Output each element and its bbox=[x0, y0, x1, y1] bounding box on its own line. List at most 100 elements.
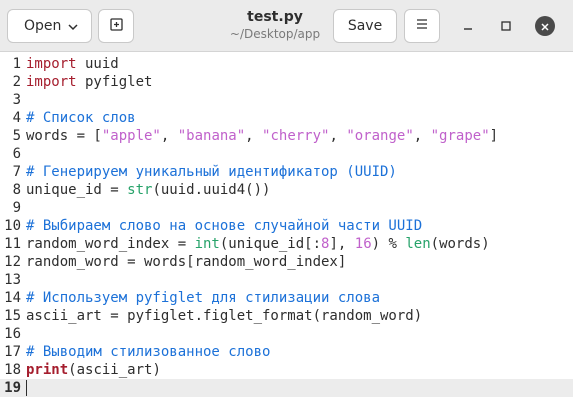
code-token: "orange" bbox=[346, 128, 414, 144]
code-token: (uuid.uuid4()) bbox=[152, 182, 271, 198]
open-button[interactable]: Open bbox=[7, 9, 92, 43]
code-token: unique_id = bbox=[26, 182, 128, 198]
code-line[interactable]: 9 bbox=[0, 199, 573, 217]
code-token: # Генерируем уникальный идентификатор (U… bbox=[26, 164, 397, 180]
code-text: # Используем pyfiglet для стилизации сло… bbox=[26, 289, 380, 307]
main-menu-button[interactable] bbox=[404, 9, 440, 43]
code-token: pyfiglet bbox=[76, 74, 153, 90]
code-token: # Выбираем слово на основе случайной час… bbox=[26, 218, 423, 234]
code-text: # Список слов bbox=[26, 109, 136, 127]
line-number: 19 bbox=[4, 380, 21, 396]
code-line[interactable]: 11 random_word_index = int(unique_id[:8],… bbox=[0, 235, 573, 253]
code-text: # Выводим стилизованное слово bbox=[26, 343, 270, 361]
code-line[interactable]: 16 bbox=[0, 325, 573, 343]
line-number: 4 bbox=[12, 110, 21, 126]
code-token: "cherry" bbox=[262, 128, 330, 144]
maximize-icon bbox=[500, 17, 512, 36]
chevron-down-icon bbox=[67, 21, 79, 37]
code-line[interactable]: 8 unique_id = str(uuid.uuid4()) bbox=[0, 181, 573, 199]
code-token: # Используем pyfiglet для стилизации сло… bbox=[26, 290, 381, 306]
line-number: 1 bbox=[12, 56, 21, 72]
line-number: 13 bbox=[4, 272, 21, 288]
minimize-icon bbox=[462, 17, 474, 36]
code-token: str bbox=[127, 182, 153, 198]
new-tab-icon bbox=[108, 16, 124, 36]
line-number: 10 bbox=[4, 218, 21, 234]
code-line[interactable]: 7 # Генерируем уникальный идентификатор (… bbox=[0, 163, 573, 181]
code-token: "banana" bbox=[177, 128, 246, 144]
code-token: "grape" bbox=[430, 128, 490, 144]
code-line[interactable]: 19 bbox=[0, 379, 573, 397]
code-text: import uuid bbox=[26, 55, 119, 73]
code-text: unique_id = str(uuid.uuid4()) bbox=[26, 181, 270, 199]
code-line[interactable]: 15 ascii_art = pyfiglet.figlet_format(ran… bbox=[0, 307, 573, 325]
code-line[interactable]: 18 print(ascii_art) bbox=[0, 361, 573, 379]
new-tab-button[interactable] bbox=[98, 9, 134, 43]
line-number: 11 bbox=[4, 236, 21, 252]
code-text: # Генерируем уникальный идентификатор (U… bbox=[26, 163, 397, 181]
code-line[interactable]: 14 # Используем pyfiglet для стилизации с… bbox=[0, 289, 573, 307]
save-button-label: Save bbox=[347, 18, 383, 34]
line-number: 9 bbox=[12, 200, 21, 216]
code-line[interactable]: 12 random_word = words[random_word_index] bbox=[0, 253, 573, 271]
code-text: words = ["apple", "banana", "cherry", "o… bbox=[26, 127, 498, 145]
hamburger-menu-icon bbox=[415, 18, 429, 34]
minimize-button[interactable] bbox=[458, 16, 478, 36]
code-line[interactable]: 1 import uuid bbox=[0, 55, 573, 73]
code-token: len bbox=[405, 236, 431, 252]
code-token: (unique_id[: bbox=[219, 236, 322, 252]
save-button[interactable]: Save bbox=[333, 9, 397, 43]
code-line[interactable]: 6 bbox=[0, 145, 573, 163]
line-number: 16 bbox=[4, 326, 21, 342]
code-token: import bbox=[26, 74, 77, 90]
maximize-button[interactable] bbox=[496, 16, 516, 36]
code-token: words = [ bbox=[26, 128, 102, 144]
code-token: (words) bbox=[430, 236, 490, 252]
code-line[interactable]: 17 # Выводим стилизованное слово bbox=[0, 343, 573, 361]
code-line[interactable]: 2 import pyfiglet bbox=[0, 73, 573, 91]
code-text: # Выбираем слово на основе случайной час… bbox=[26, 217, 422, 235]
code-line[interactable]: 4 # Список слов bbox=[0, 109, 573, 127]
code-token: uuid bbox=[76, 56, 119, 72]
line-number: 7 bbox=[12, 164, 21, 180]
code-token: ] bbox=[489, 128, 499, 144]
code-text: print(ascii_art) bbox=[26, 361, 161, 379]
code-token: # Выводим стилизованное слово bbox=[26, 344, 271, 360]
line-number: 14 bbox=[4, 290, 21, 306]
line-number: 17 bbox=[4, 344, 21, 360]
code-token: ) % bbox=[371, 236, 406, 252]
code-token: # Список слов bbox=[26, 110, 136, 126]
line-number: 18 bbox=[4, 362, 21, 378]
code-token: ascii_art = pyfiglet.figlet_format(rando… bbox=[26, 308, 423, 324]
code-token: int bbox=[194, 236, 220, 252]
code-token: import bbox=[26, 56, 77, 72]
line-number: 6 bbox=[12, 146, 21, 162]
line-number: 5 bbox=[12, 128, 21, 144]
code-line[interactable]: 3 bbox=[0, 91, 573, 109]
code-text: import pyfiglet bbox=[26, 73, 152, 91]
code-line[interactable]: 13 bbox=[0, 271, 573, 289]
line-number: 15 bbox=[4, 308, 21, 324]
code-token: ], bbox=[329, 236, 355, 252]
code-text: random_word = words[random_word_index] bbox=[26, 253, 346, 271]
code-token: 16 bbox=[354, 236, 372, 252]
code-token: (ascii_art) bbox=[68, 362, 161, 378]
code-line[interactable]: 10 # Выбираем слово на основе случайной ч… bbox=[0, 217, 573, 235]
close-button[interactable] bbox=[535, 16, 555, 36]
code-token: , bbox=[413, 128, 431, 144]
line-number: 3 bbox=[12, 92, 21, 108]
code-line[interactable]: 5 words = ["apple", "banana", "cherry", "… bbox=[0, 127, 573, 145]
code-token: "apple" bbox=[101, 128, 161, 144]
line-number: 2 bbox=[12, 74, 21, 90]
text-editor-area[interactable]: 1 import uuid 2 import pyfiglet 3 4 # Список с… bbox=[0, 52, 573, 406]
close-icon bbox=[540, 17, 550, 36]
line-number: 12 bbox=[4, 254, 21, 270]
header-bar: Open test.py ~/Desktop/app Save bbox=[0, 0, 573, 52]
code-text: random_word_index = int(unique_id[:8], 1… bbox=[26, 235, 490, 253]
text-cursor bbox=[26, 380, 27, 396]
code-token: print bbox=[26, 362, 69, 378]
code-token: random_word_index = bbox=[26, 236, 195, 252]
code-token: , bbox=[245, 128, 263, 144]
code-token: random_word = words[random_word_index] bbox=[26, 254, 347, 270]
code-token: , bbox=[329, 128, 347, 144]
